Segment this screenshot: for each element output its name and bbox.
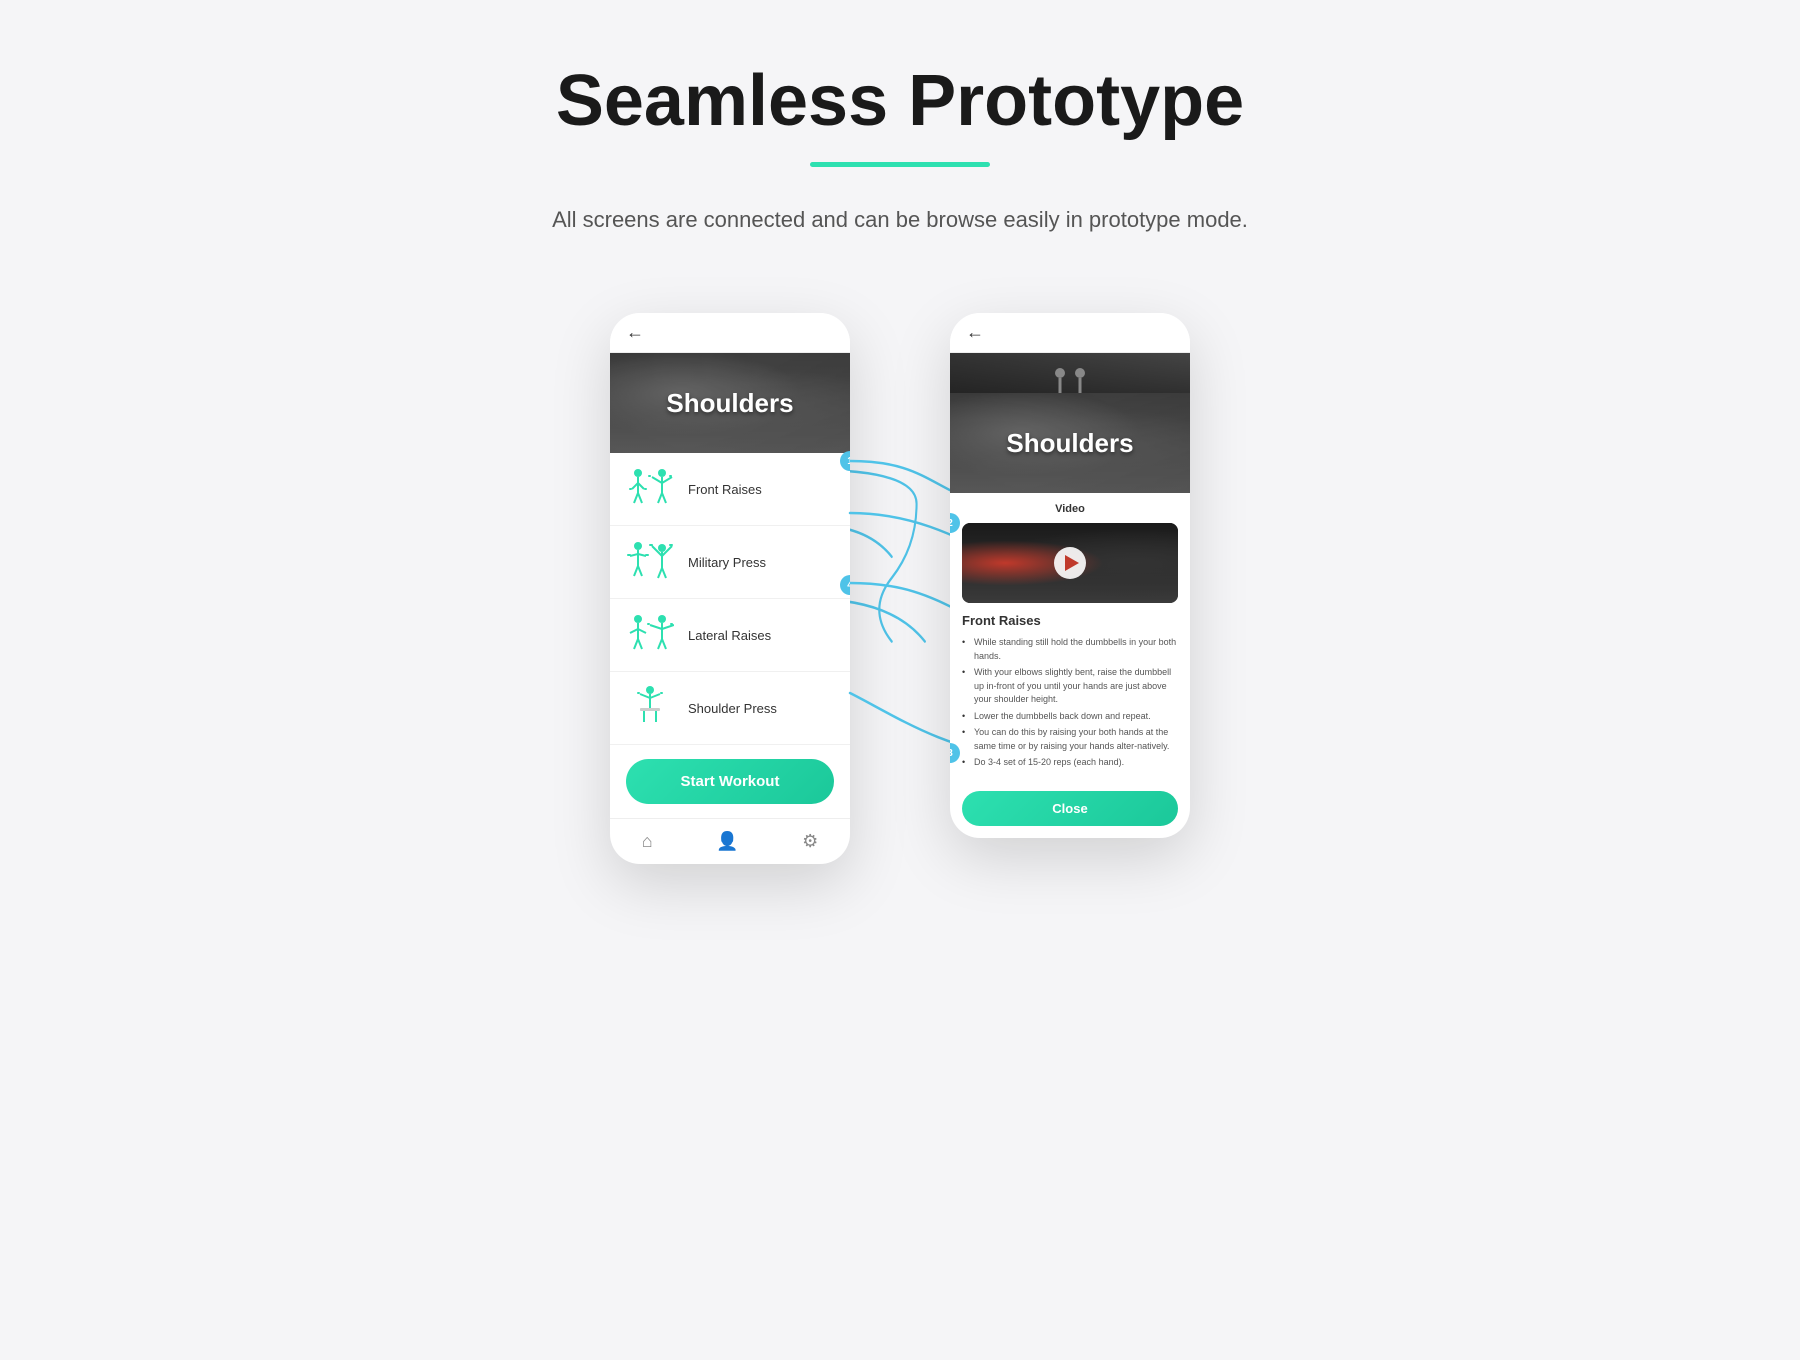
lateral-raises-icon xyxy=(626,611,674,659)
instruction-2: With your elbows slightly bent, raise th… xyxy=(962,666,1178,707)
exercise-item-military-press[interactable]: Military Press xyxy=(610,526,850,599)
shoulder-press-icon xyxy=(626,684,674,732)
settings-nav-icon[interactable]: ⚙ xyxy=(802,831,818,852)
screen1-header: ← xyxy=(610,313,850,353)
exercise-item-front-raises[interactable]: Front Raises xyxy=(610,453,850,526)
front-raises-icon xyxy=(626,465,674,513)
exercise-name-shoulder-press: Shoulder Press xyxy=(688,701,777,716)
play-triangle-icon xyxy=(1065,555,1079,571)
exercise-name-military-press: Military Press xyxy=(688,555,766,570)
exercise-name-front-raises: Front Raises xyxy=(688,482,762,497)
user-nav-icon[interactable]: 👤 xyxy=(716,831,738,852)
military-press-icon xyxy=(626,538,674,586)
instruction-4: You can do this by raising your both han… xyxy=(962,726,1178,753)
exercise-list: Front Raises xyxy=(610,453,850,745)
exercise-detail-title: Front Raises xyxy=(962,613,1178,628)
screen1-hero: Shoulders xyxy=(610,353,850,453)
start-workout-button[interactable]: Start Workout xyxy=(626,759,834,804)
screen2-hero: Shoulders xyxy=(950,393,1190,493)
screen1-hero-title: Shoulders xyxy=(666,388,793,419)
exercise-item-shoulder-press[interactable]: Shoulder Press xyxy=(610,672,850,745)
screen2-back-button[interactable]: ← xyxy=(966,322,984,343)
screens-wrapper: 1 4 ← Shoulders xyxy=(610,313,1190,864)
subtitle: All screens are connected and can be bro… xyxy=(552,207,1248,233)
home-nav-icon[interactable]: ⌂ xyxy=(642,831,653,852)
video-thumbnail[interactable] xyxy=(962,523,1178,603)
exercise-item-lateral-raises[interactable]: Lateral Raises xyxy=(610,599,850,672)
close-button[interactable]: Close xyxy=(962,791,1178,826)
instruction-3: Lower the dumbbells back down and repeat… xyxy=(962,710,1178,724)
page-title: Seamless Prototype xyxy=(556,60,1244,142)
title-underline xyxy=(810,162,990,167)
screen2-phone: 2 3 ← Shoulders Video xyxy=(950,313,1190,838)
exercise-name-lateral-raises: Lateral Raises xyxy=(688,628,771,643)
exercise-instructions: While standing still hold the dumbbells … xyxy=(962,636,1178,770)
screen2-hero-title: Shoulders xyxy=(1006,428,1133,459)
video-section: Video xyxy=(950,493,1190,613)
screen1-back-button[interactable]: ← xyxy=(626,322,644,343)
instruction-5: Do 3-4 set of 15-20 reps (each hand). xyxy=(962,756,1178,770)
play-button[interactable] xyxy=(1054,547,1086,579)
screen2-header: ← xyxy=(950,313,1190,353)
screen1-phone: 1 4 ← Shoulders xyxy=(610,313,850,864)
instruction-1: While standing still hold the dumbbells … xyxy=(962,636,1178,663)
screen1-bottom-nav: ⌂ 👤 ⚙ xyxy=(610,818,850,864)
screen2-hero-partial xyxy=(950,353,1190,393)
exercise-detail: Front Raises While standing still hold t… xyxy=(950,613,1190,783)
video-label: Video xyxy=(962,503,1178,515)
